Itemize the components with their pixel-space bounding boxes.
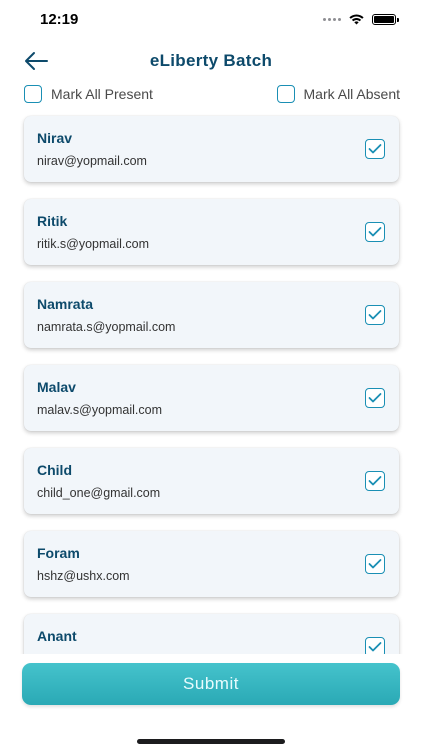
battery-icon	[372, 13, 399, 25]
page-title: eLiberty Batch	[149, 51, 273, 70]
student-name: Namrata	[37, 296, 94, 312]
student-email: malav.s@yopmail.com	[37, 403, 162, 417]
student-card[interactable]: Nirav nirav@yopmail.com	[24, 116, 399, 182]
student-card[interactable]: Ritik ritik.s@yopmail.com	[24, 199, 399, 265]
status-bar: 12:19	[0, 0, 422, 40]
student-name: Nirav	[37, 130, 73, 146]
student-name: Foram	[37, 545, 80, 561]
signal-dots-icon	[323, 17, 341, 21]
student-email: child_one@gmail.com	[37, 486, 161, 500]
mark-all-absent-toggle[interactable]: Mark All Absent	[276, 85, 401, 103]
student-name: Anant	[37, 628, 77, 644]
attendance-checkbox[interactable]	[365, 554, 385, 574]
student-name: Child	[37, 462, 72, 478]
mark-all-absent-label: Mark All Absent	[303, 86, 401, 102]
attendance-checkbox[interactable]	[365, 222, 385, 242]
mark-all-absent-checkbox[interactable]	[276, 85, 295, 103]
student-card[interactable]: Anant	[24, 614, 399, 654]
wifi-icon	[349, 14, 364, 25]
checkmark-icon	[368, 476, 382, 486]
attendance-checkbox[interactable]	[365, 139, 385, 159]
student-email: hshz@ushx.com	[37, 569, 130, 583]
checkmark-icon	[368, 393, 382, 403]
checkmark-icon	[368, 642, 382, 652]
status-time: 12:19	[40, 11, 79, 28]
home-indicator	[137, 739, 285, 744]
student-list[interactable]: Nirav nirav@yopmail.com Ritik ritik.s@yo…	[0, 112, 422, 654]
attendance-checkbox[interactable]	[365, 637, 385, 654]
checkmark-icon	[368, 310, 382, 320]
checkmark-icon	[368, 227, 382, 237]
student-email: nirav@yopmail.com	[37, 154, 147, 168]
student-card[interactable]: Foram hshz@ushx.com	[24, 531, 399, 597]
attendance-checkbox[interactable]	[365, 305, 385, 325]
checkmark-icon	[368, 144, 382, 154]
status-icons	[323, 13, 399, 25]
student-name: Ritik	[37, 213, 68, 229]
attendance-checkbox[interactable]	[365, 388, 385, 408]
student-email: ritik.s@yopmail.com	[37, 237, 150, 251]
mark-all-row: Mark All Present Mark All Absent	[0, 85, 422, 107]
mark-all-present-toggle[interactable]: Mark All Present	[24, 85, 153, 103]
student-email: namrata.s@yopmail.com	[37, 320, 176, 334]
student-card[interactable]: Child child_one@gmail.com	[24, 448, 399, 514]
student-name: Malav	[37, 379, 76, 395]
attendance-checkbox[interactable]	[365, 471, 385, 491]
header: eLiberty Batch	[0, 44, 422, 78]
submit-button[interactable]: Submit	[22, 663, 400, 705]
mark-all-present-checkbox[interactable]	[24, 85, 42, 103]
mark-all-present-label: Mark All Present	[51, 86, 153, 102]
student-card[interactable]: Namrata namrata.s@yopmail.com	[24, 282, 399, 348]
student-card[interactable]: Malav malav.s@yopmail.com	[24, 365, 399, 431]
checkmark-icon	[368, 559, 382, 569]
